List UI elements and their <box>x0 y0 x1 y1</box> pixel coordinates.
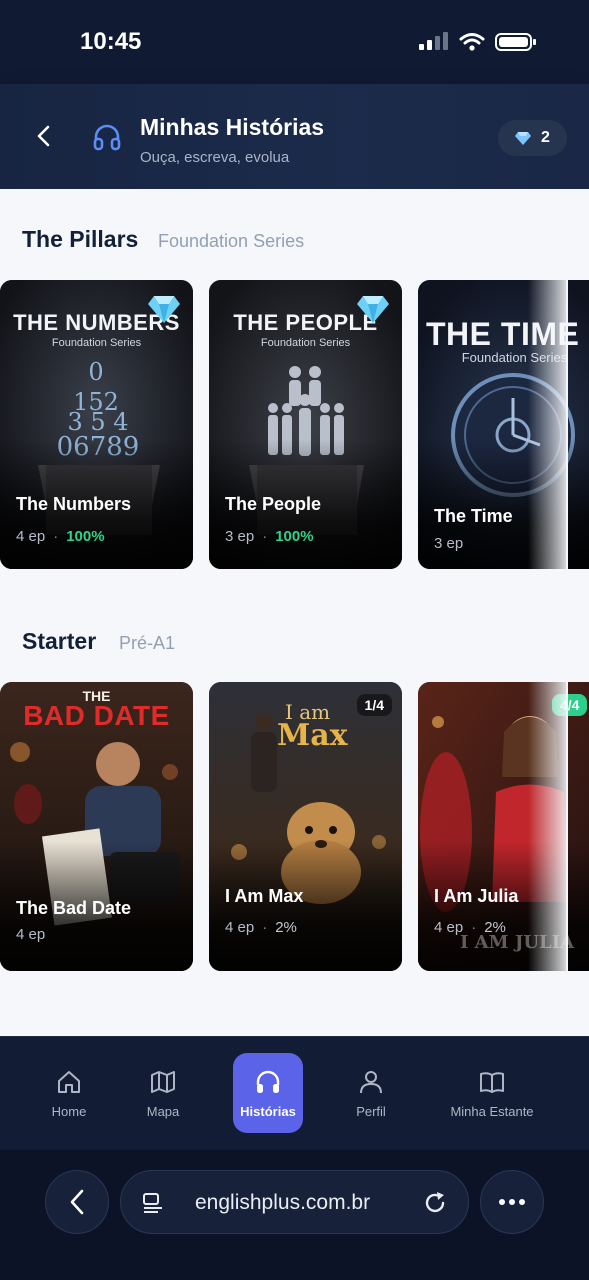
map-icon <box>151 1070 175 1093</box>
page-subtitle: Ouça, escreva, evolua <box>140 149 290 166</box>
diamond-icon <box>357 296 389 323</box>
card-title: The Bad Date <box>16 898 132 918</box>
cover-title: BAD DATE <box>23 700 170 731</box>
progress-percent: 100% <box>275 528 314 545</box>
card-title: The Time <box>434 506 513 526</box>
nav-label: Minha Estante <box>450 1103 534 1119</box>
story-card-the-numbers[interactable]: 0 152 3 5 4 06789 THE NUMBERS Foundation… <box>0 280 193 569</box>
cellular-signal-icon <box>419 32 448 50</box>
cover-subtitle: Foundation Series <box>51 337 142 349</box>
section-subtitle-pillars: Foundation Series <box>158 231 305 251</box>
status-icons <box>419 32 537 52</box>
person-icon <box>360 1070 382 1093</box>
story-card-the-bad-date[interactable]: THE BAD DATE The Bad Date 4 ep <box>0 682 193 971</box>
episode-count: 4 ep <box>16 926 46 943</box>
section-title-starter: Starter <box>22 628 97 654</box>
nav-item-perfil[interactable]: Perfil <box>326 1053 416 1133</box>
diamond-icon <box>148 296 180 323</box>
reload-icon[interactable] <box>422 1190 448 1216</box>
status-bar: 10:45 <box>0 0 589 84</box>
address-bar[interactable]: englishplus.com.br <box>120 1170 469 1234</box>
nav-label: Perfil <box>356 1103 386 1119</box>
browser-toolbar: englishplus.com.br <box>0 1150 589 1280</box>
episode-count: 3 ep <box>434 535 464 552</box>
nav-item-mapa[interactable]: Mapa <box>118 1053 208 1133</box>
diamond-icon <box>515 132 532 145</box>
card-meta: 4 ep · 100% <box>16 528 105 545</box>
card-title: I Am Julia <box>434 886 519 906</box>
headphones-icon <box>93 124 121 151</box>
cover-subtitle: Foundation Series <box>260 337 351 349</box>
more-dots-icon <box>499 1199 525 1205</box>
gem-counter-badge[interactable]: 2 <box>498 120 567 156</box>
back-button[interactable] <box>30 122 58 150</box>
wifi-icon <box>459 33 485 51</box>
nav-item-historias[interactable]: Histórias <box>233 1053 303 1133</box>
card-title: The People <box>225 494 322 514</box>
svg-text:0: 0 <box>88 358 103 386</box>
nav-item-home[interactable]: Home <box>24 1053 114 1133</box>
nav-item-minha-estante[interactable]: Minha Estante <box>442 1053 542 1133</box>
home-icon <box>58 1070 80 1093</box>
card-meta: 3 ep · 100% <box>225 528 314 545</box>
cover-title: Max <box>277 718 348 753</box>
card-meta: 4 ep · 2% <box>434 919 506 936</box>
tabs-icon <box>143 1193 162 1213</box>
browser-more-button[interactable] <box>480 1170 544 1234</box>
progress-percent: 2% <box>275 919 297 936</box>
story-card-i-am-max[interactable]: I am Max 1/4 I Am Max 4 ep · 2% <box>209 682 402 971</box>
progress-percent: 100% <box>66 528 105 545</box>
nav-label: Home <box>51 1103 87 1119</box>
chevron-left-icon <box>37 125 50 147</box>
status-time: 10:45 <box>80 28 142 55</box>
card-meta: 4 ep <box>16 926 45 943</box>
app-header: Minhas Histórias Ouça, escreva, evolua 2 <box>0 84 589 189</box>
battery-icon <box>495 33 536 51</box>
episode-count: 4 ep <box>225 919 255 936</box>
nav-label: Mapa <box>146 1103 180 1119</box>
card-meta: 3 ep <box>434 535 463 552</box>
episode-count: 4 ep <box>16 528 46 545</box>
story-card-the-people[interactable]: THE PEOPLE Foundation Series The People … <box>209 280 402 569</box>
page-title: Minhas Histórias <box>140 114 325 140</box>
url-text: englishplus.com.br <box>195 1191 371 1214</box>
stories-content[interactable]: The Pillars Foundation Series 0 152 3 5 … <box>0 189 589 1036</box>
card-title: The Numbers <box>16 494 132 514</box>
episode-count: 4 ep <box>434 919 464 936</box>
headphones-icon <box>256 1070 280 1093</box>
nav-label: Histórias <box>240 1103 296 1119</box>
gem-count: 2 <box>541 129 550 146</box>
chevron-left-icon <box>70 1189 84 1215</box>
card-meta: 4 ep · 2% <box>225 919 297 936</box>
episode-count: 3 ep <box>225 528 255 545</box>
section-title-pillars: The Pillars <box>22 226 139 252</box>
episode-progress-tag: 1/4 <box>356 694 392 716</box>
bottom-navigation: Home Mapa Histórias Perfil Minha Estante <box>0 1036 589 1150</box>
browser-back-button[interactable] <box>45 1170 109 1234</box>
progress-percent: 2% <box>484 919 506 936</box>
book-icon <box>480 1071 504 1093</box>
section-subtitle-starter: Pré-A1 <box>119 633 176 653</box>
card-title: I Am Max <box>225 886 304 906</box>
